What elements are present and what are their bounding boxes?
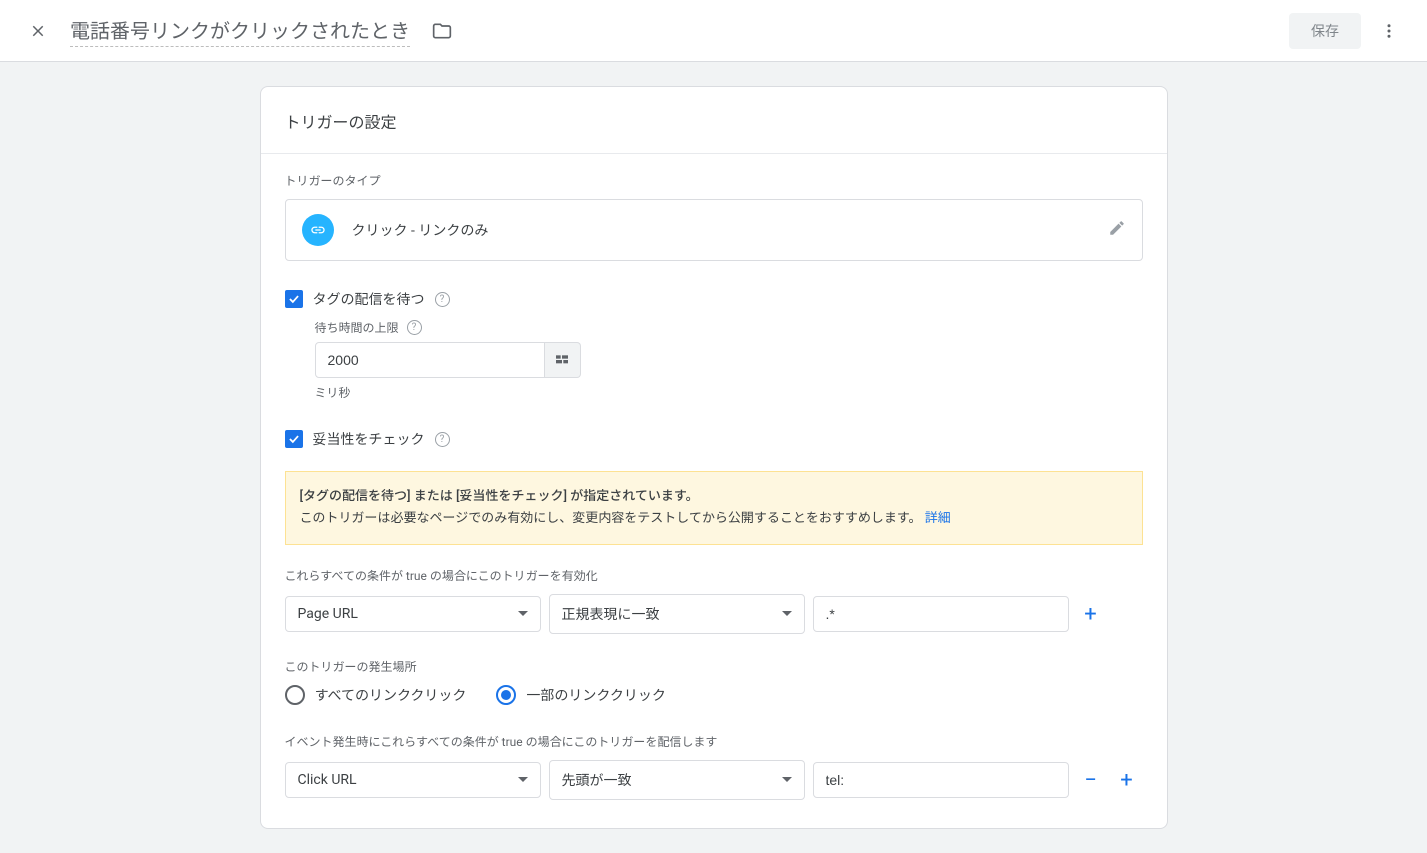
fire-condition-label: イベント発生時にこれらすべての条件が true の場合にこのトリガーを配信します <box>285 733 1143 750</box>
page-title[interactable]: 電話番号リンクがクリックされたとき <box>70 15 410 47</box>
warning-box: [タグの配信を待つ] または [妥当性をチェック] が指定されています。 このト… <box>285 471 1143 545</box>
header: 電話番号リンクがクリックされたとき 保存 <box>0 0 1427 62</box>
check-validation-checkbox[interactable] <box>285 430 303 448</box>
trigger-type-label: トリガーのタイプ <box>285 172 1143 189</box>
card-title: トリガーの設定 <box>261 87 1167 154</box>
check-icon <box>287 432 301 446</box>
check-icon <box>287 292 301 306</box>
chevron-down-icon <box>782 609 792 619</box>
wait-for-tags-checkbox[interactable] <box>285 290 303 308</box>
remove-condition-button[interactable]: − <box>1077 766 1105 794</box>
fire-location-label: このトリガーの発生場所 <box>285 658 1143 675</box>
add-condition-button[interactable]: + <box>1077 600 1105 628</box>
enable-operator-select[interactable]: 正規表現に一致 <box>549 594 805 634</box>
check-validation-row: 妥当性をチェック ? <box>285 429 1143 449</box>
check-validation-label: 妥当性をチェック <box>313 429 425 449</box>
enable-condition-row: Page URL 正規表現に一致 + <box>285 594 1143 634</box>
content-area: トリガーの設定 トリガーのタイプ クリック - リンクのみ タグの配信を待つ ? <box>0 62 1427 853</box>
fire-some-label: 一部のリンククリック <box>526 685 665 705</box>
close-button[interactable] <box>20 13 56 49</box>
warning-text: このトリガーは必要なページでのみ有効にし、変更内容をテストしてから公開することを… <box>300 511 922 526</box>
fire-operator-select[interactable]: 先頭が一致 <box>549 760 805 800</box>
chevron-down-icon <box>518 775 528 785</box>
fire-location-radios: すべてのリンククリック 一部のリンククリック <box>285 685 1143 705</box>
add-condition-button[interactable]: + <box>1113 766 1141 794</box>
more-vert-icon <box>1380 22 1398 40</box>
wait-limit-unit: ミリ秒 <box>315 384 1143 401</box>
help-icon[interactable]: ? <box>435 292 450 307</box>
edit-button[interactable] <box>1108 219 1126 241</box>
radio-unchecked <box>285 685 305 705</box>
enable-variable-select[interactable]: Page URL <box>285 596 541 632</box>
warning-details-link[interactable]: 詳細 <box>925 511 951 526</box>
trigger-type-value: クリック - リンクのみ <box>352 220 1108 240</box>
fire-variable-select[interactable]: Click URL <box>285 762 541 798</box>
folder-icon <box>432 21 452 41</box>
warning-heading: [タグの配信を待つ] または [妥当性をチェック] が指定されています。 <box>300 489 699 504</box>
chevron-down-icon <box>782 775 792 785</box>
wait-limit-section: 待ち時間の上限 ? ミリ秒 <box>315 319 1143 401</box>
enable-condition-label: これらすべての条件が true の場合にこのトリガーを有効化 <box>285 567 1143 584</box>
folder-button[interactable] <box>424 13 460 49</box>
fire-value-input[interactable] <box>813 762 1069 798</box>
brick-icon <box>554 352 570 368</box>
close-icon <box>29 22 47 40</box>
help-icon[interactable]: ? <box>435 432 450 447</box>
radio-checked <box>496 685 516 705</box>
save-button[interactable]: 保存 <box>1289 13 1361 49</box>
pencil-icon <box>1108 219 1126 237</box>
link-icon <box>302 214 334 246</box>
fire-condition-row: Click URL 先頭が一致 − + <box>285 760 1143 800</box>
trigger-config-card: トリガーの設定 トリガーのタイプ クリック - リンクのみ タグの配信を待つ ? <box>260 86 1168 829</box>
trigger-type-selector[interactable]: クリック - リンクのみ <box>285 199 1143 261</box>
wait-limit-label: 待ち時間の上限 ? <box>315 319 1143 336</box>
fire-all-option[interactable]: すべてのリンククリック <box>285 685 467 705</box>
chevron-down-icon <box>518 609 528 619</box>
wait-for-tags-row: タグの配信を待つ ? <box>285 289 1143 309</box>
wait-limit-input[interactable] <box>315 342 545 378</box>
enable-value-input[interactable] <box>813 596 1069 632</box>
wait-for-tags-label: タグの配信を待つ <box>313 289 425 309</box>
fire-some-option[interactable]: 一部のリンククリック <box>496 685 665 705</box>
help-icon[interactable]: ? <box>407 320 422 335</box>
more-menu-button[interactable] <box>1371 13 1407 49</box>
variable-picker-button[interactable] <box>545 342 581 378</box>
fire-all-label: すべてのリンククリック <box>315 685 467 705</box>
